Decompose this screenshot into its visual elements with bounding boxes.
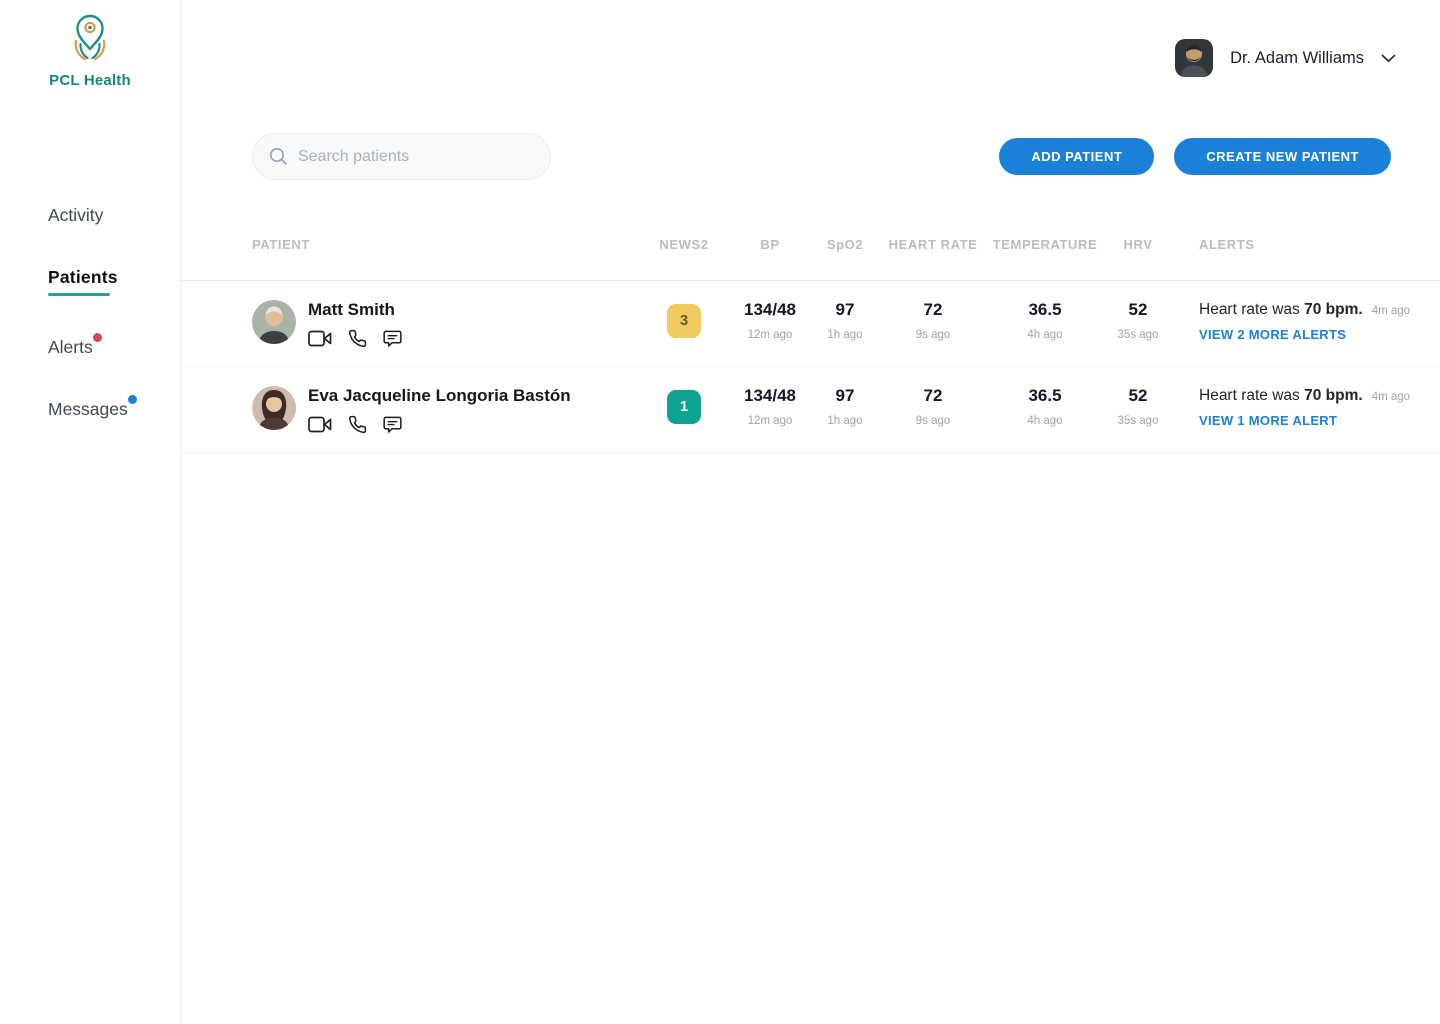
spo2-value: 97 [812,300,878,320]
alert-timestamp: 4m ago [1372,391,1410,403]
news2-score-badge: 3 [667,304,701,338]
temperature-cell: 36.5 4h ago [988,367,1102,452]
column-header-temperature: TEMPERATURE [988,236,1102,280]
table-row[interactable]: Matt Smith 3 [181,281,1440,367]
active-tab-underline [48,293,110,296]
sidebar-item-patients[interactable]: Patients [48,267,158,296]
table-header-row: PATIENT NEWS2 BP SpO2 HEART RATE TEMPERA… [181,236,1440,281]
hrv-timestamp: 35s ago [1102,329,1174,341]
view-more-alerts-link[interactable]: VIEW 2 MORE ALERTS [1199,327,1440,342]
video-call-icon[interactable] [308,330,332,347]
search-icon [269,147,288,166]
app-root: PCL Health Activity Patients Alerts Mess… [0,0,1440,1024]
column-header-heart-rate: HEART RATE [878,236,988,280]
heart-rate-cell: 72 9s ago [878,367,988,452]
phone-call-icon[interactable] [348,415,367,434]
temperature-value: 36.5 [988,300,1102,320]
toolbar: ADD PATIENT CREATE NEW PATIENT [252,133,1391,180]
bp-value: 134/48 [728,386,812,406]
pcl-health-logo-icon [66,13,114,65]
search-box [252,133,551,180]
brand-name: PCL Health [0,72,180,89]
sidebar-item-messages[interactable]: Messages [48,399,158,420]
chat-message-icon[interactable] [383,416,402,434]
alert-text: Heart rate was [1199,387,1300,404]
user-name: Dr. Adam Williams [1230,49,1364,68]
patient-cell: Eva Jacqueline Longoria Bastón [181,367,640,452]
alerts-notification-dot [93,333,102,342]
spo2-timestamp: 1h ago [812,329,878,341]
temperature-timestamp: 4h ago [988,415,1102,427]
spo2-cell: 97 1h ago [812,281,878,366]
patient-name: Eva Jacqueline Longoria Bastón [308,386,571,405]
news2-cell: 3 [640,281,728,366]
patients-table: PATIENT NEWS2 BP SpO2 HEART RATE TEMPERA… [181,236,1440,453]
bp-timestamp: 12m ago [728,415,812,427]
column-header-news2: NEWS2 [640,236,728,280]
sidebar-item-label: Patients [48,267,118,288]
hrv-cell: 52 35s ago [1102,281,1174,366]
heart-rate-value: 72 [878,386,988,406]
alert-text: Heart rate was [1199,301,1300,318]
bp-cell: 134/48 12m ago [728,281,812,366]
patient-cell: Matt Smith [181,281,640,366]
temperature-timestamp: 4h ago [988,329,1102,341]
sidebar-nav: Activity Patients Alerts Messages [48,205,158,461]
messages-notification-dot [128,395,137,404]
avatar [252,300,296,344]
chat-message-icon[interactable] [383,330,402,348]
sidebar-item-alerts[interactable]: Alerts [48,337,158,358]
hrv-cell: 52 35s ago [1102,367,1174,452]
sidebar-item-activity[interactable]: Activity [48,205,158,226]
video-call-icon[interactable] [308,416,332,433]
sidebar-item-label: Alerts [48,337,93,357]
alert-highlight: 70 bpm. [1304,301,1363,318]
column-header-alerts: ALERTS [1174,236,1440,280]
create-new-patient-button[interactable]: CREATE NEW PATIENT [1174,138,1391,175]
heart-rate-timestamp: 9s ago [878,415,988,427]
alert-timestamp: 4m ago [1372,305,1410,317]
sidebar-item-label: Messages [48,399,128,419]
chevron-down-icon [1381,54,1396,63]
table-row[interactable]: Eva Jacqueline Longoria Bastón [181,367,1440,453]
spo2-timestamp: 1h ago [812,415,878,427]
brand-logo[interactable]: PCL Health [0,0,180,89]
hrv-value: 52 [1102,300,1174,320]
alerts-cell: Heart rate was 70 bpm. 4m ago VIEW 1 MOR… [1174,367,1440,452]
sidebar-item-label: Activity [48,205,103,226]
heart-rate-value: 72 [878,300,988,320]
patient-actions [308,415,571,434]
column-header-patient: PATIENT [181,236,640,280]
column-header-bp: BP [728,236,812,280]
news2-score-badge: 1 [667,390,701,424]
heart-rate-timestamp: 9s ago [878,329,988,341]
bp-timestamp: 12m ago [728,329,812,341]
view-more-alerts-link[interactable]: VIEW 1 MORE ALERT [1199,413,1440,428]
spo2-value: 97 [812,386,878,406]
sidebar: PCL Health Activity Patients Alerts Mess… [0,0,181,1024]
alerts-cell: Heart rate was 70 bpm. 4m ago VIEW 2 MOR… [1174,281,1440,366]
patient-name: Matt Smith [308,300,402,319]
bp-value: 134/48 [728,300,812,320]
toolbar-actions: ADD PATIENT CREATE NEW PATIENT [999,138,1391,175]
temperature-value: 36.5 [988,386,1102,406]
bp-cell: 134/48 12m ago [728,367,812,452]
column-header-hrv: HRV [1102,236,1174,280]
news2-cell: 1 [640,367,728,452]
search-input[interactable] [298,148,534,166]
phone-call-icon[interactable] [348,329,367,348]
add-patient-button[interactable]: ADD PATIENT [999,138,1154,175]
spo2-cell: 97 1h ago [812,367,878,452]
hrv-timestamp: 35s ago [1102,415,1174,427]
avatar [1175,39,1213,77]
alert-highlight: 70 bpm. [1304,387,1363,404]
temperature-cell: 36.5 4h ago [988,281,1102,366]
heart-rate-cell: 72 9s ago [878,281,988,366]
user-menu[interactable]: Dr. Adam Williams [1175,39,1396,77]
patient-actions [308,329,402,348]
column-header-spo2: SpO2 [812,236,878,280]
avatar [252,386,296,430]
hrv-value: 52 [1102,386,1174,406]
